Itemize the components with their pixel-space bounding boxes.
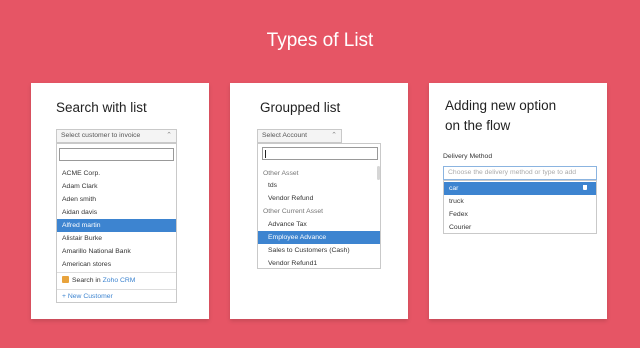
delivery-method-input[interactable]: Choose the delivery method or type to ad… — [443, 166, 597, 180]
list-item-selected[interactable]: Employee Advance — [258, 231, 380, 244]
list-item[interactable]: ACME Corp. — [57, 167, 176, 180]
list-item-selected[interactable]: car — [444, 182, 596, 195]
chevron-up-icon: ⌃ — [331, 132, 337, 139]
search-with-list-card: Search with list Select customer to invo… — [31, 83, 209, 319]
account-select[interactable]: Select Account ⌃ — [257, 129, 342, 143]
trash-icon[interactable] — [583, 185, 587, 190]
card-title: Adding new option on the flow — [445, 96, 595, 136]
delivery-method-dropdown: car truck Fedex Courier — [443, 180, 597, 234]
account-dropdown-panel: Other Asset tds Vendor Refund Other Curr… — [257, 143, 381, 269]
list-item[interactable]: Vendor Refund1 — [258, 257, 376, 268]
zoho-crm-link[interactable]: Zoho CRM — [103, 277, 136, 284]
list-item[interactable]: American stores — [57, 258, 176, 271]
grouped-list-card: Groupped list Select Account ⌃ Other Ass… — [230, 83, 408, 319]
option-label: car — [449, 185, 459, 192]
list-item[interactable]: Aidan davis — [57, 206, 176, 219]
select-placeholder: Select Account — [262, 132, 307, 139]
divider — [57, 272, 176, 273]
page-title: Types of List — [266, 30, 374, 51]
list-item-selected[interactable]: Alfred martin — [57, 219, 176, 232]
list-item[interactable]: Courier — [444, 221, 596, 233]
list-item[interactable]: Amarillo National Bank — [57, 245, 176, 258]
chevron-up-icon: ⌃ — [166, 132, 172, 139]
list-item[interactable]: Sales to Customers (Cash) — [258, 244, 376, 257]
scrollbar[interactable] — [377, 166, 380, 180]
search-in-label: Search in — [72, 277, 101, 284]
list-item[interactable]: Adam Clark — [57, 180, 176, 193]
list-item[interactable]: Fedex — [444, 208, 596, 221]
card-title: Groupped list — [260, 100, 341, 115]
search-in-crm-row[interactable]: Search in Zoho CRM — [57, 276, 135, 284]
card-title-line-1: Adding new option — [445, 98, 557, 113]
text-cursor — [265, 150, 266, 158]
customer-dropdown-panel: ACME Corp. Adam Clark Aden smith Aidan d… — [56, 143, 177, 303]
input-placeholder: Choose the delivery method or type to ad… — [448, 169, 577, 176]
select-placeholder: Select customer to invoice — [61, 132, 141, 139]
card-title: Search with list — [56, 100, 147, 115]
list-item[interactable]: truck — [444, 195, 596, 208]
group-header: Other Current Asset — [263, 208, 324, 215]
list-item[interactable]: tds — [258, 179, 376, 192]
account-search-input[interactable] — [262, 147, 378, 160]
card-title-line-2: on the flow — [445, 118, 511, 133]
customer-select[interactable]: Select customer to invoice ⌃ — [56, 129, 177, 143]
list-item[interactable]: Aden smith — [57, 193, 176, 206]
list-item[interactable]: Vendor Refund — [258, 192, 376, 205]
list-item[interactable]: Advance Tax — [258, 218, 376, 231]
customer-search-input[interactable] — [59, 148, 174, 161]
list-item[interactable]: Alistair Burke — [57, 232, 176, 245]
new-customer-button[interactable]: + New Customer — [57, 293, 113, 300]
zoho-crm-icon — [62, 276, 69, 283]
add-option-card: Adding new option on the flow Delivery M… — [429, 83, 607, 319]
delivery-method-label: Delivery Method — [443, 153, 493, 160]
divider — [57, 289, 176, 290]
